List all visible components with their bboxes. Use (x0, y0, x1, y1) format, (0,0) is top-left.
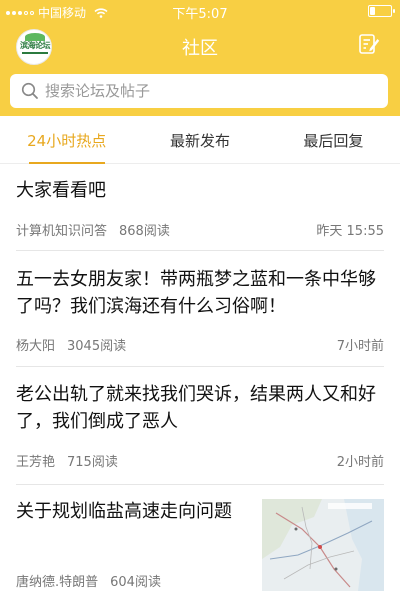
search-input[interactable] (45, 82, 388, 100)
post-item[interactable]: 关于规划临盐高速走向问题 唐纳德.特朗普 604阅读 (16, 485, 384, 610)
post-meta: 计算机知识问答 868阅读 (16, 220, 170, 239)
post-time: 2小时前 (336, 455, 384, 470)
status-bar: 中国移动 下午5:07 (0, 0, 400, 22)
post-list: 大家看看吧 计算机知识问答 868阅读 昨天 15:55 五一去女朋友家！带两瓶… (0, 164, 400, 610)
status-time: 下午5:07 (172, 7, 228, 22)
post-reads: 715阅读 (67, 455, 118, 470)
post-item[interactable]: 大家看看吧 计算机知识问答 868阅读 昨天 15:55 (16, 164, 384, 251)
tab-24h-hot[interactable]: 24小时热点 (0, 116, 133, 163)
post-author: 王芳艳 (16, 455, 56, 470)
post-item[interactable]: 五一去女朋友家！带两瓶梦之蓝和一条中华够了吗？我们滨海还有什么习俗啊！ 杨大阳 … (16, 251, 384, 367)
post-time: 7小时前 (336, 339, 384, 354)
search-bar-area (0, 70, 400, 116)
post-title: 关于规划临盐高速走向问题 (16, 501, 232, 522)
post-reads: 3045阅读 (67, 339, 127, 354)
search-box[interactable] (10, 74, 388, 108)
post-author: 计算机知识问答 (16, 224, 108, 239)
post-meta: 杨大阳 3045阅读 (16, 335, 126, 354)
page-title: 社区 (182, 38, 218, 59)
post-meta: 王芳艳 715阅读 (16, 451, 118, 470)
post-time: 昨天 15:55 (316, 224, 384, 239)
post-meta: 唐纳德.特朗普 604阅读 (16, 571, 161, 590)
tab-bar: 24小时热点 最新发布 最后回复 (0, 116, 400, 164)
tab-latest[interactable]: 最新发布 (133, 116, 266, 163)
battery-icon (368, 5, 395, 17)
post-reads: 604阅读 (110, 575, 161, 590)
post-thumbnail-map (262, 499, 384, 591)
post-title: 老公出轨了就来找我们哭诉，结果两人又和好了，我们倒成了恶人 (16, 384, 376, 432)
compose-post-icon[interactable] (358, 33, 380, 55)
post-author: 杨大阳 (16, 339, 56, 354)
post-item[interactable]: 老公出轨了就来找我们哭诉，结果两人又和好了，我们倒成了恶人 王芳艳 715阅读 … (16, 367, 384, 485)
post-reads: 868阅读 (119, 224, 170, 239)
app-header: 中国移动 下午5:07 滨海论坛 社区 (0, 0, 400, 70)
post-title: 五一去女朋友家！带两瓶梦之蓝和一条中华够了吗？我们滨海还有什么习俗啊！ (16, 269, 376, 317)
tab-last-reply[interactable]: 最后回复 (267, 116, 400, 163)
post-author: 唐纳德.特朗普 (16, 575, 99, 590)
post-title: 大家看看吧 (16, 180, 106, 201)
search-icon (21, 82, 38, 99)
